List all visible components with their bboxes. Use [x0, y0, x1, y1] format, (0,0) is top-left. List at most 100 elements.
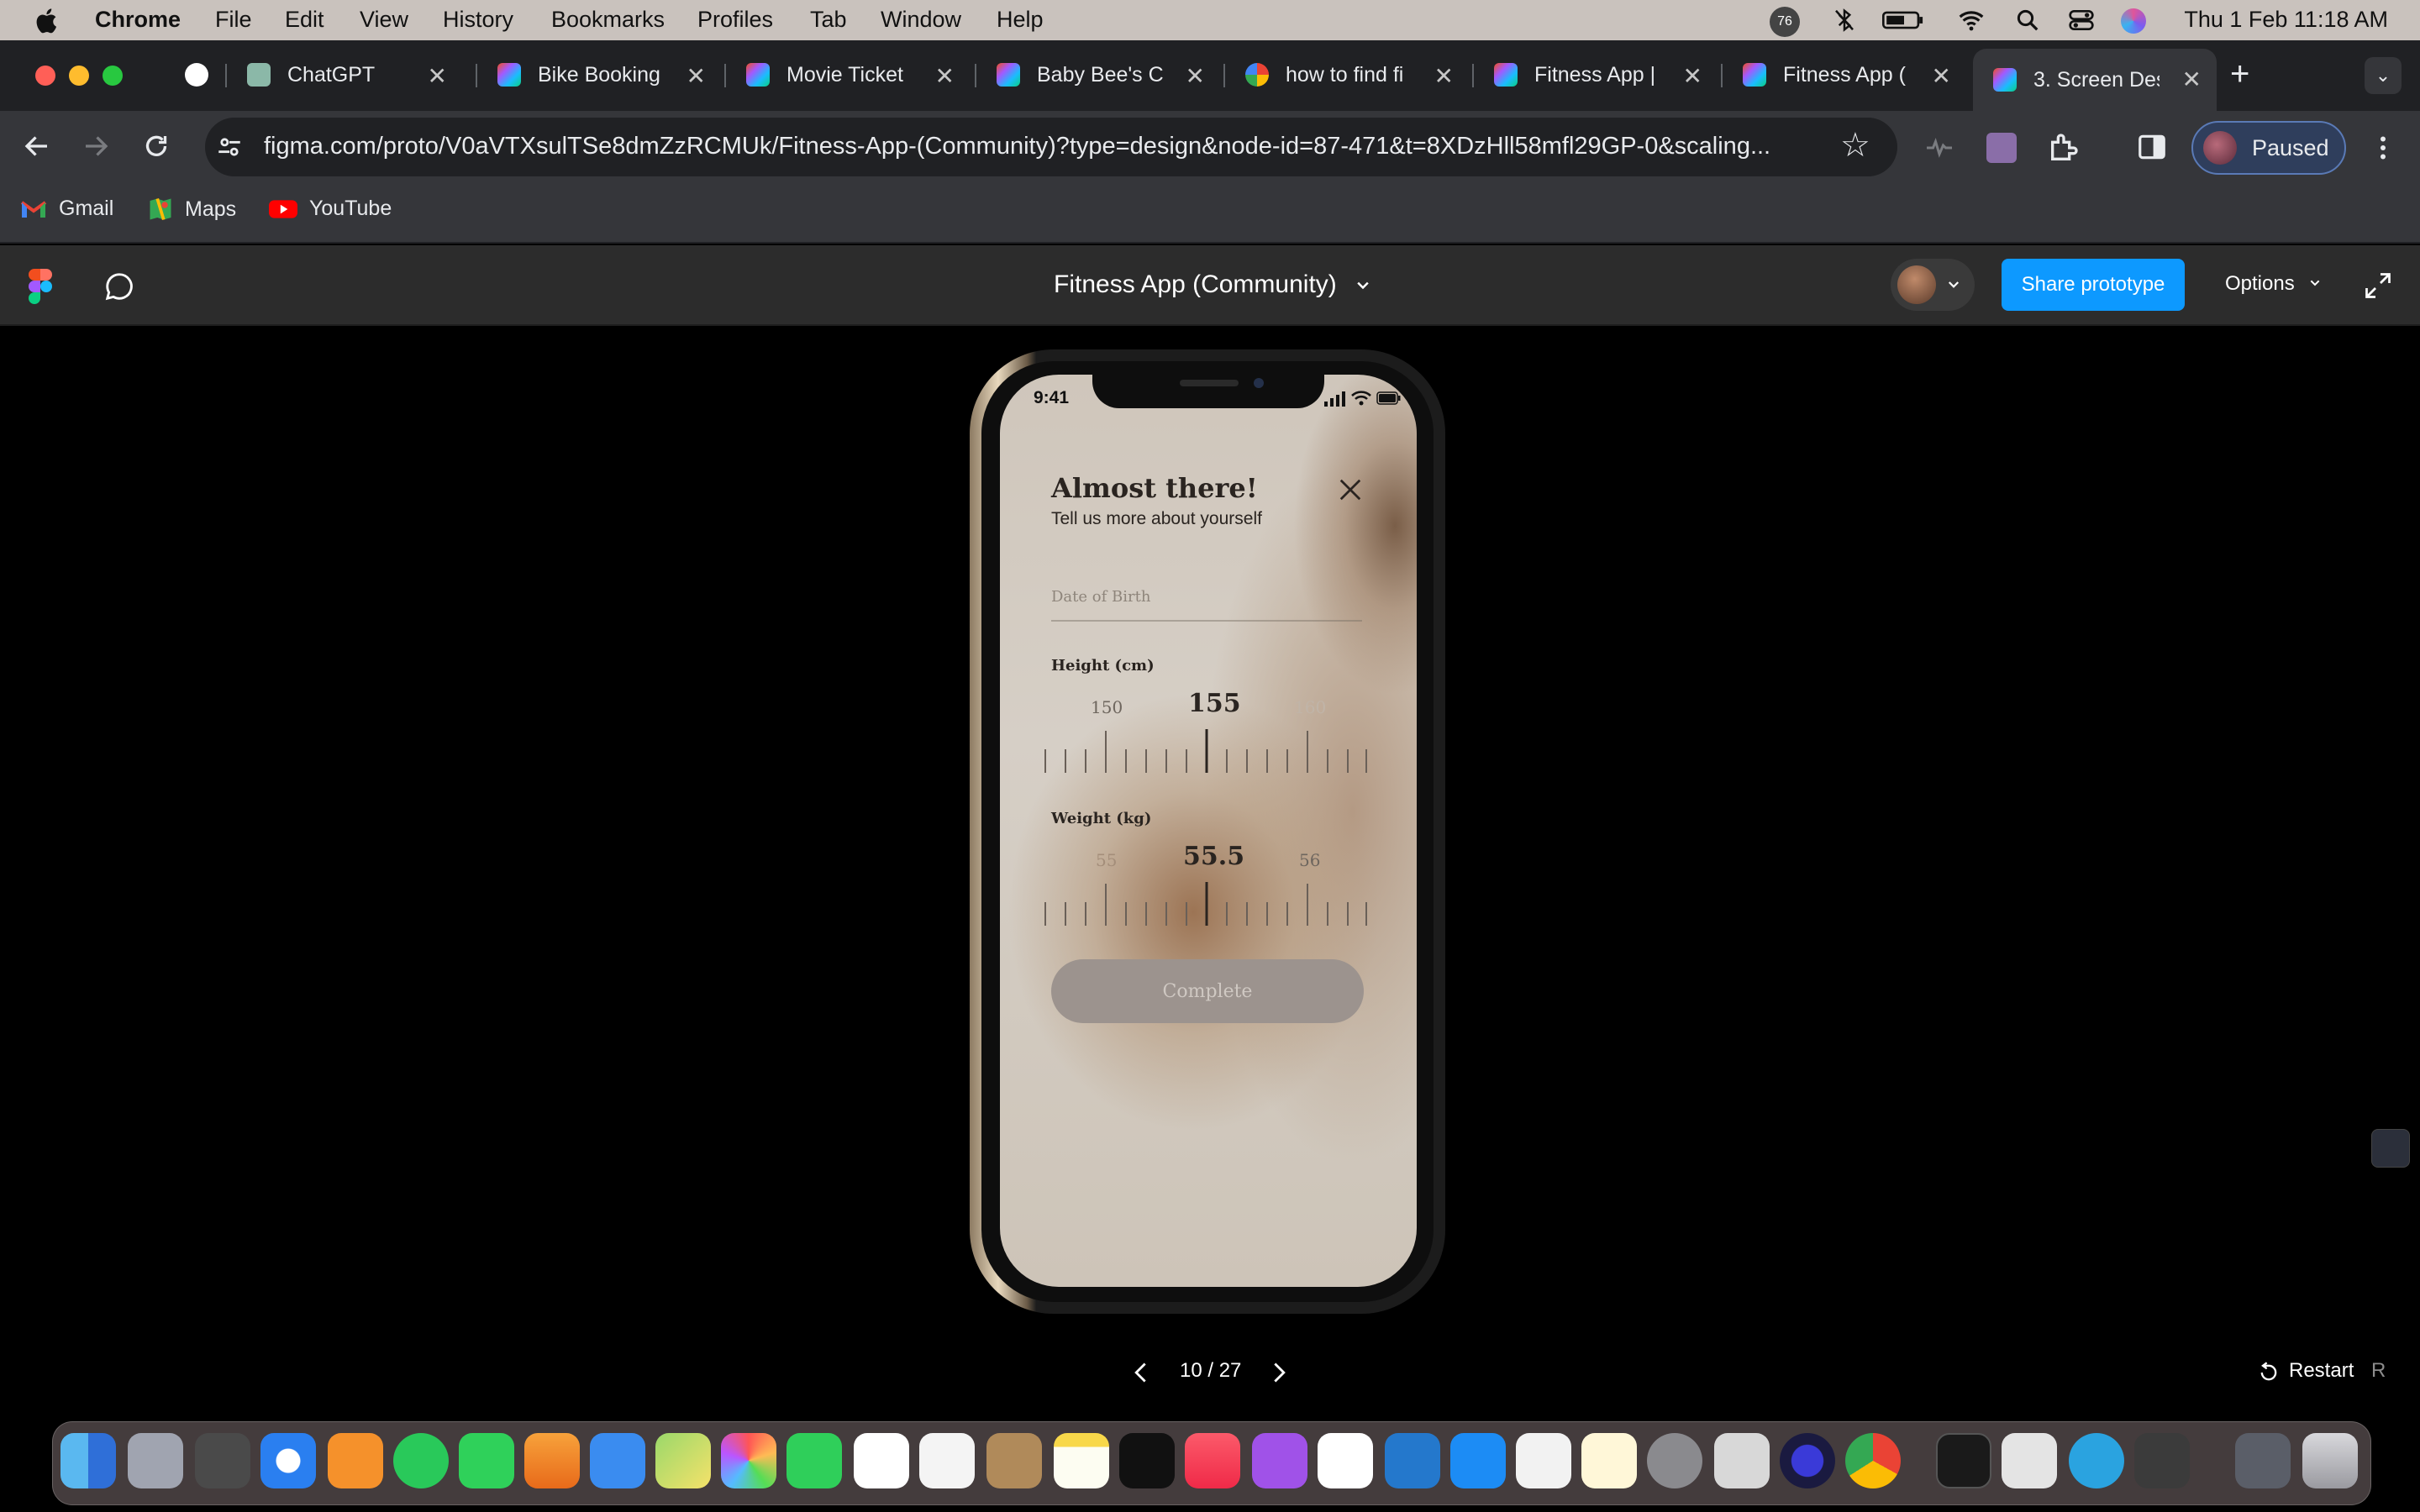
menu-history[interactable]: History: [443, 7, 513, 33]
chrome-icon[interactable]: [1845, 1433, 1901, 1488]
fullscreen-icon[interactable]: [2363, 270, 2393, 301]
close-tab-icon[interactable]: ✕: [687, 62, 706, 90]
chrome-menu-icon[interactable]: [2368, 133, 2398, 163]
books-icon[interactable]: [328, 1433, 383, 1488]
telegram-icon[interactable]: [2069, 1433, 2124, 1488]
site-info-icon[interactable]: [215, 133, 244, 161]
restart-icon[interactable]: [2257, 1361, 2281, 1384]
bookmark-gmail[interactable]: Gmail: [20, 197, 113, 221]
close-window-icon[interactable]: [35, 66, 55, 86]
numbers-icon[interactable]: [1318, 1433, 1373, 1488]
menu-bookmarks[interactable]: Bookmarks: [551, 7, 665, 33]
comment-icon[interactable]: [103, 270, 136, 302]
maps-icon[interactable]: [655, 1433, 711, 1488]
date-of-birth-field[interactable]: Date of Birth: [1051, 588, 1362, 622]
sublime-text-icon[interactable]: [2134, 1433, 2190, 1488]
tab-baby-bees[interactable]: Baby Bee's C ✕: [976, 52, 1220, 97]
downloads-stack-icon[interactable]: [2235, 1433, 2291, 1488]
menu-tab[interactable]: Tab: [810, 7, 847, 33]
spotlight-search-icon[interactable]: [2015, 7, 2040, 34]
tab-fitness-app-1[interactable]: Fitness App | ✕: [1474, 52, 1718, 97]
photos-icon[interactable]: [721, 1433, 776, 1488]
previous-frame-icon[interactable]: [1129, 1359, 1153, 1386]
app-store-icon[interactable]: [1450, 1433, 1506, 1488]
menu-profiles[interactable]: Profiles: [697, 7, 773, 33]
facetime-icon[interactable]: [786, 1433, 842, 1488]
chevron-down-icon[interactable]: [1355, 277, 1371, 294]
podcasts-icon[interactable]: [1252, 1433, 1307, 1488]
new-tab-icon[interactable]: +: [2230, 55, 2249, 93]
mail-icon[interactable]: [590, 1433, 645, 1488]
next-frame-icon[interactable]: [1267, 1359, 1291, 1386]
tab-pinned[interactable]: [165, 52, 224, 97]
battery-icon[interactable]: [1882, 7, 1926, 34]
bluetooth-off-icon[interactable]: [1832, 7, 1857, 34]
tab-movie-ticket[interactable]: Movie Ticket ✕: [726, 52, 970, 97]
preview-icon[interactable]: [1714, 1433, 1770, 1488]
viewer-avatar-button[interactable]: [1891, 259, 1975, 311]
tab-screen-design-active[interactable]: 3. Screen Des ✕: [1973, 49, 2217, 111]
calendar-icon[interactable]: [854, 1433, 909, 1488]
restart-button[interactable]: Restart R: [2289, 1359, 2386, 1383]
weight-ruler-slider[interactable]: [1042, 877, 1370, 927]
close-tab-icon[interactable]: ✕: [1683, 62, 1702, 90]
close-tab-icon[interactable]: ✕: [1186, 62, 1205, 90]
side-panel-icon[interactable]: [2136, 131, 2168, 163]
keychain-access-icon[interactable]: [195, 1433, 250, 1488]
tab-search-icon[interactable]: ⌄: [2365, 57, 2402, 94]
tab-google-search[interactable]: how to find fi ✕: [1225, 52, 1469, 97]
close-tab-icon[interactable]: ✕: [1434, 62, 1454, 90]
keynote-icon[interactable]: [1516, 1433, 1571, 1488]
notification-badge-icon[interactable]: 76: [1770, 7, 1800, 37]
prototype-title[interactable]: Fitness App (Community): [1054, 270, 1337, 299]
tab-bike-booking[interactable]: Bike Booking ✕: [477, 52, 721, 97]
extension-purple-icon[interactable]: [1986, 133, 2017, 163]
eclipse-icon[interactable]: [1780, 1433, 1835, 1488]
tab-chatgpt[interactable]: ChatGPT ✕: [227, 52, 462, 97]
maximize-window-icon[interactable]: [103, 66, 123, 86]
safari-icon[interactable]: [260, 1433, 316, 1488]
menu-clock[interactable]: Thu 1 Feb 11:18 AM: [2184, 7, 2388, 33]
siri-icon[interactable]: [2121, 8, 2146, 34]
height-ruler-slider[interactable]: [1042, 724, 1370, 774]
menu-file[interactable]: File: [215, 7, 252, 33]
bookmark-star-icon[interactable]: ☆: [1840, 126, 1870, 165]
bookmark-maps[interactable]: Maps: [148, 197, 236, 222]
launchpad-icon[interactable]: [128, 1433, 183, 1488]
options-menu[interactable]: Options: [2225, 272, 2322, 296]
forward-icon[interactable]: [81, 131, 111, 161]
textedit-icon[interactable]: [2002, 1433, 2057, 1488]
menu-view[interactable]: View: [360, 7, 408, 33]
floating-extension-icon[interactable]: [2371, 1129, 2410, 1168]
tab-fitness-app-2[interactable]: Fitness App ( ✕: [1723, 52, 1966, 97]
minimize-window-icon[interactable]: [69, 66, 89, 86]
terminal-icon[interactable]: [1936, 1433, 1991, 1488]
reminders-icon[interactable]: [919, 1433, 975, 1488]
contacts-icon[interactable]: [986, 1433, 1042, 1488]
menu-window[interactable]: Window: [881, 7, 961, 33]
close-tab-icon[interactable]: ✕: [935, 62, 955, 90]
figma-logo-icon[interactable]: [29, 269, 52, 304]
control-center-icon[interactable]: [2067, 7, 2096, 34]
music-icon[interactable]: [1185, 1433, 1240, 1488]
close-tab-icon[interactable]: ✕: [428, 62, 447, 90]
profile-button[interactable]: Paused: [2191, 121, 2346, 175]
apple-tv-icon[interactable]: [1119, 1433, 1175, 1488]
trash-icon[interactable]: [2302, 1433, 2358, 1488]
pages-icon[interactable]: [1581, 1433, 1637, 1488]
presentation-app-icon[interactable]: [524, 1433, 580, 1488]
whatsapp-icon[interactable]: [393, 1433, 449, 1488]
wifi-icon[interactable]: [1956, 7, 1986, 34]
close-tab-icon[interactable]: ✕: [1932, 62, 1951, 90]
menu-edit[interactable]: Edit: [285, 7, 324, 33]
url-text[interactable]: figma.com/proto/V0aVTXsulTSe8dmZzRCMUk/F…: [264, 133, 1827, 160]
notes-icon[interactable]: [1054, 1433, 1109, 1488]
extension-pulse-icon[interactable]: [1924, 133, 1954, 163]
share-prototype-button[interactable]: Share prototype: [2002, 259, 2185, 311]
finder-icon[interactable]: [60, 1433, 116, 1488]
system-settings-icon[interactable]: [1647, 1433, 1702, 1488]
close-icon[interactable]: [1338, 477, 1363, 502]
close-tab-icon[interactable]: ✕: [2182, 66, 2202, 93]
reload-icon[interactable]: [141, 131, 171, 161]
menu-app-chrome[interactable]: Chrome: [95, 7, 181, 33]
